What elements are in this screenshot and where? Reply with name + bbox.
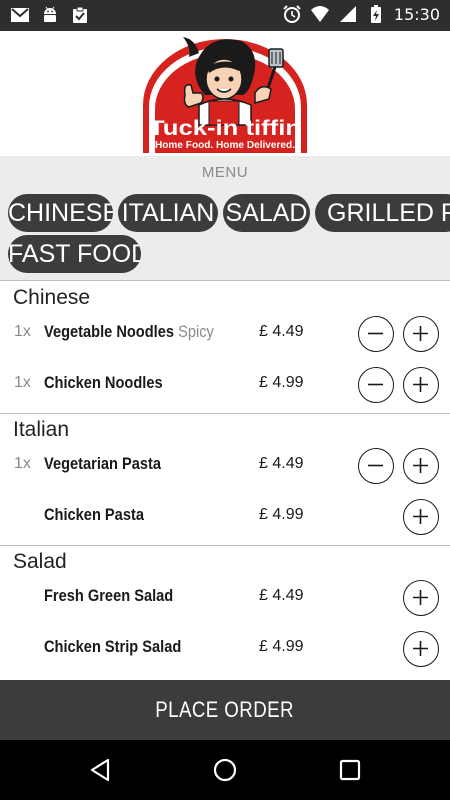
category-chip-salad[interactable]: SALAD — [223, 194, 310, 232]
tuck-in-tiffin-logo: Tuck-in tiffin Home Food. Home Delivered… — [143, 37, 307, 153]
increase-quantity-button[interactable] — [403, 367, 439, 403]
section-title-chinese: Chinese — [13, 286, 91, 309]
clock: 15:30 — [393, 4, 440, 24]
category-chip-italian[interactable]: ITALIAN — [118, 194, 218, 232]
plus-icon — [413, 326, 428, 341]
menu-item-row: 1x Vegetarian Pasta £ 4.49 — [0, 441, 450, 491]
increase-quantity-button[interactable] — [403, 316, 439, 352]
menu-item-row: Fresh Green Salad £ 4.49 — [0, 573, 450, 623]
recents-icon[interactable] — [336, 756, 364, 784]
menu-categories-panel: MENU CHINESE ITALIAN SALAD GRILLED FOOD … — [0, 156, 450, 281]
increase-quantity-button[interactable] — [403, 499, 439, 535]
back-icon[interactable] — [86, 756, 114, 784]
item-name: Vegetable Noodles Spicy — [44, 322, 214, 341]
minus-icon — [368, 332, 383, 335]
increase-quantity-button[interactable] — [403, 448, 439, 484]
plus-icon — [413, 377, 428, 392]
clipboard-check-icon — [73, 6, 87, 23]
item-price: £ 4.99 — [259, 638, 304, 655]
decrease-quantity-button[interactable] — [358, 367, 394, 403]
menu-item-row: 1x Chicken Noodles £ 4.99 — [0, 360, 450, 410]
header: Tuck-in tiffin Home Food. Home Delivered… — [0, 31, 450, 156]
plus-icon — [413, 509, 428, 524]
status-bar: 15:30 — [0, 0, 450, 31]
spicy-tag: Spicy — [178, 322, 214, 341]
item-quantity: 1x — [14, 323, 31, 340]
place-order-label: PLACE ORDER — [155, 697, 295, 722]
item-price: £ 4.49 — [259, 455, 304, 472]
logo-tagline-text: Home Food. Home Delivered. — [155, 140, 295, 151]
wifi-icon — [310, 6, 329, 22]
section-title-salad: Salad — [13, 550, 67, 573]
category-chip-chinese[interactable]: CHINESE — [8, 194, 113, 232]
item-name: Chicken Noodles — [44, 373, 163, 392]
menu-label: MENU — [201, 164, 249, 181]
item-name: Chicken Strip Salad — [44, 637, 182, 656]
minus-icon — [368, 383, 383, 386]
category-chip-grilled-food[interactable]: GRILLED FOOD — [315, 194, 450, 232]
item-price: £ 4.49 — [259, 587, 304, 604]
plus-icon — [413, 590, 428, 605]
battery-charging-icon — [370, 5, 381, 23]
menu-item-row: Chicken Strip Salad £ 4.99 — [0, 624, 450, 674]
item-quantity: 1x — [14, 455, 31, 472]
item-price: £ 4.49 — [259, 323, 304, 340]
gmail-icon — [11, 8, 29, 22]
item-price: £ 4.99 — [259, 506, 304, 523]
home-icon[interactable] — [211, 756, 239, 784]
section-title-italian: Italian — [13, 418, 70, 441]
android-icon — [44, 6, 56, 22]
menu-list: Chinese 1x Vegetable Noodles Spicy £ 4.4… — [0, 281, 450, 680]
item-name: Vegetarian Pasta — [44, 454, 162, 473]
item-quantity: 1x — [14, 374, 31, 391]
divider — [0, 545, 450, 546]
minus-icon — [368, 464, 383, 467]
divider — [0, 413, 450, 414]
item-name: Chicken Pasta — [44, 505, 144, 524]
plus-icon — [413, 458, 428, 473]
item-price: £ 4.99 — [259, 374, 304, 391]
place-order-button[interactable]: PLACE ORDER — [0, 680, 450, 740]
logo-brand-text: Tuck-in tiffin — [149, 117, 301, 140]
increase-quantity-button[interactable] — [403, 631, 439, 667]
item-name: Fresh Green Salad — [44, 586, 174, 605]
decrease-quantity-button[interactable] — [358, 316, 394, 352]
decrease-quantity-button[interactable] — [358, 448, 394, 484]
category-chip-fast-food[interactable]: FAST FOOD — [8, 235, 141, 273]
signal-icon — [339, 6, 356, 22]
navigation-bar — [0, 740, 450, 800]
increase-quantity-button[interactable] — [403, 580, 439, 616]
menu-item-row: Chicken Pasta £ 4.99 — [0, 492, 450, 542]
alarm-icon — [283, 5, 301, 23]
plus-icon — [413, 641, 428, 656]
menu-item-row: 1x Vegetable Noodles Spicy £ 4.49 — [0, 309, 450, 359]
